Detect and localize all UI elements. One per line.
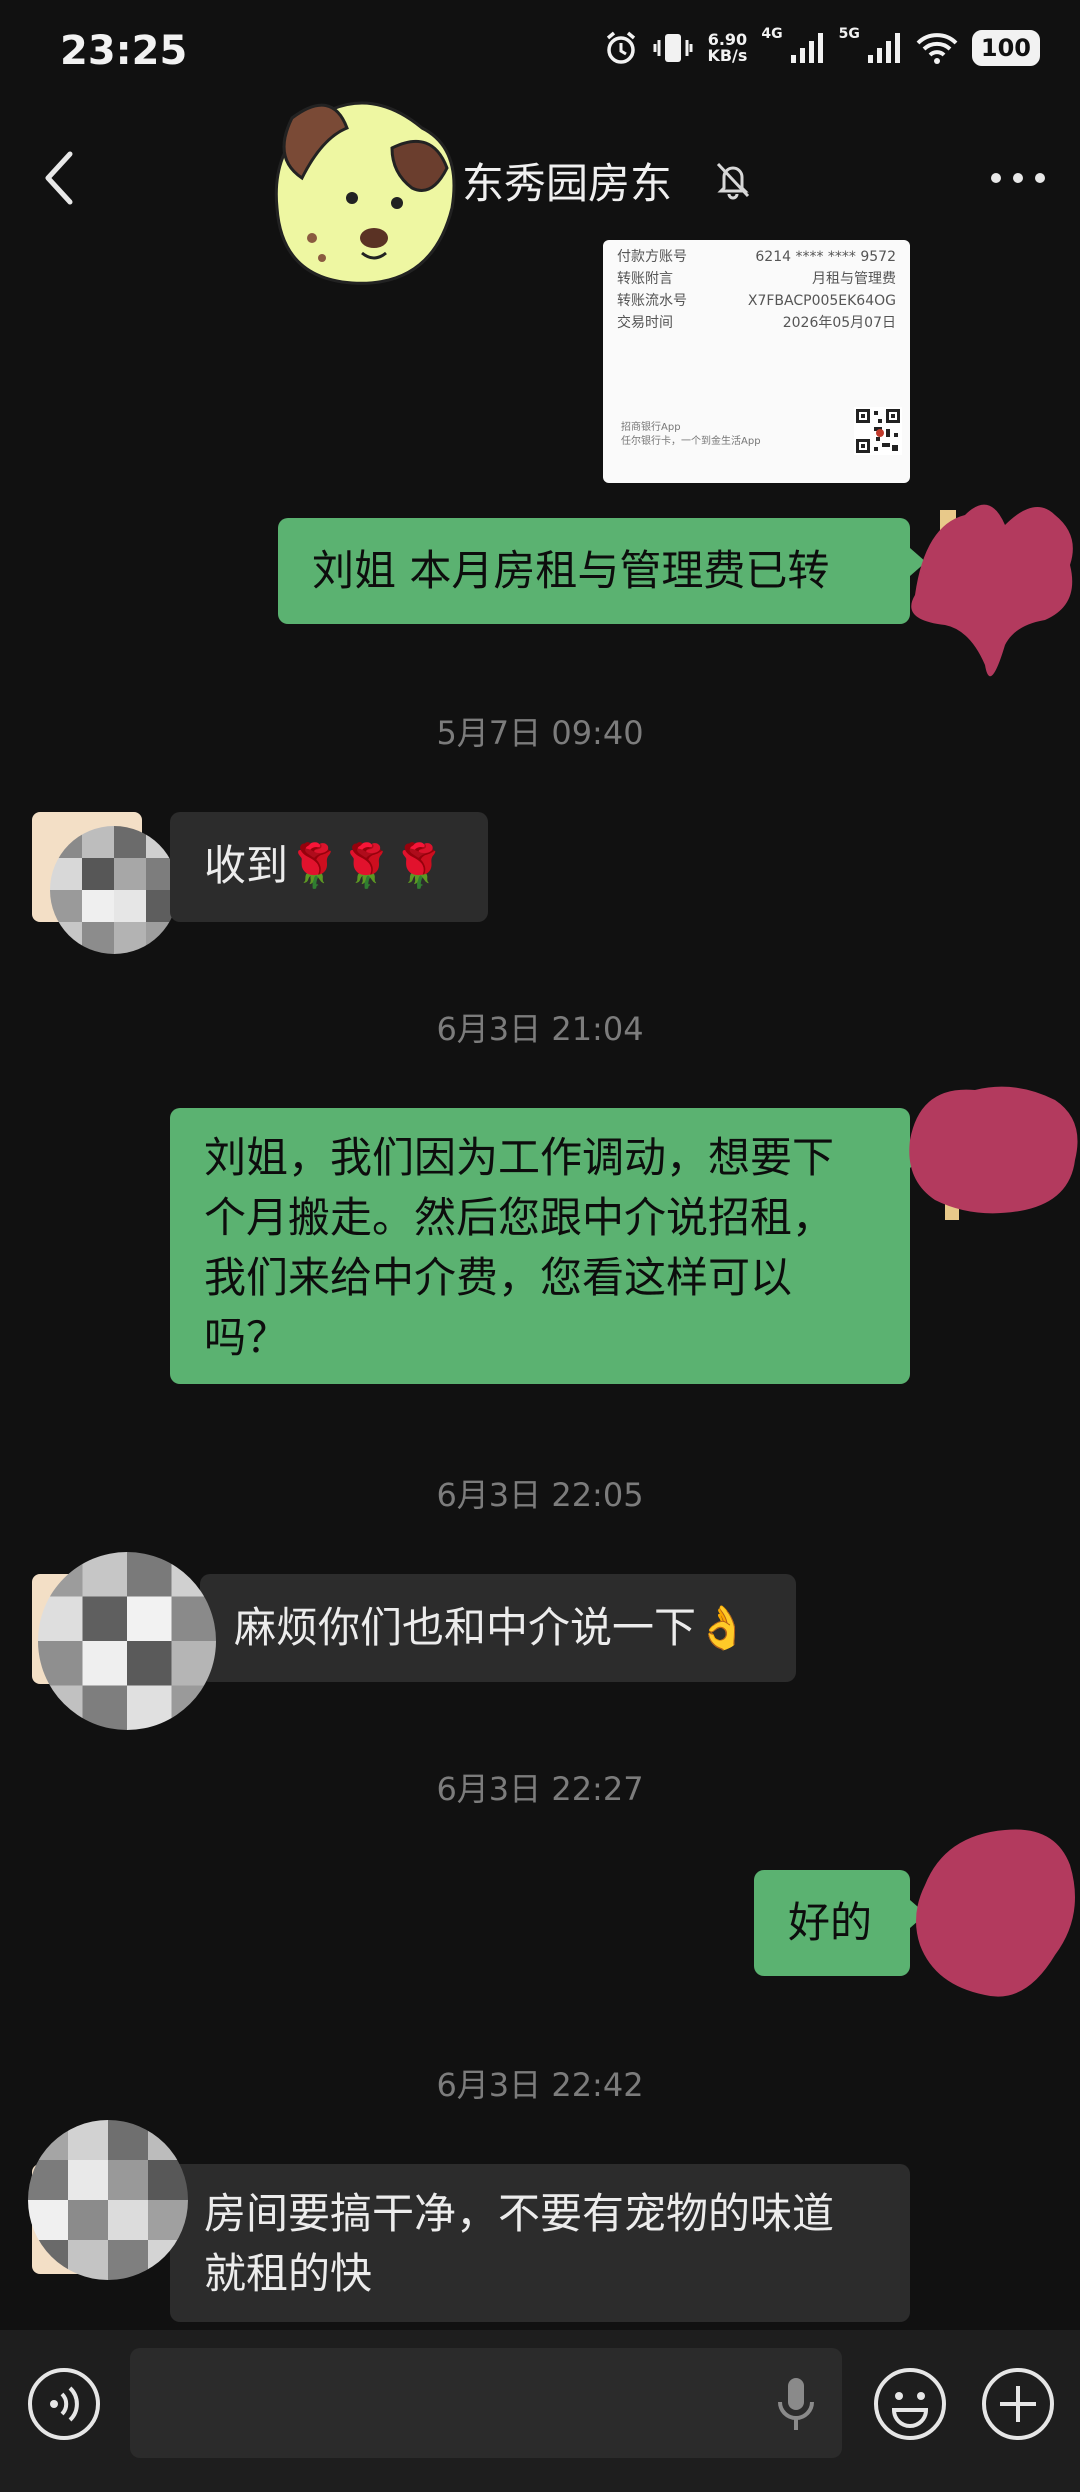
receipt-footer-line: 任尔银行卡，一个到金生活App	[621, 436, 761, 447]
emoji-icon[interactable]	[872, 2366, 948, 2442]
mic-icon[interactable]	[776, 2376, 816, 2432]
status-time: 23:25	[60, 28, 188, 74]
dog-sticker-avatar	[274, 101, 456, 285]
message-text: 好的	[788, 1898, 873, 1947]
message-text-line: 我们来给中介费，您看这样可以	[204, 1253, 793, 1302]
message-text-line: 房间要搞干净，不要有宠物的味道	[204, 2189, 835, 2238]
battery-indicator: 100	[971, 30, 1040, 66]
receipt-row: 转账流水号 X7FBACP005EK64OG	[617, 290, 896, 312]
receipt-label: 转账流水号	[617, 293, 687, 309]
receipt-value: X7FBACP005EK64OG	[747, 293, 896, 309]
receipt-footer-line: 招商银行App	[621, 422, 681, 433]
timestamp: 5月7日 09:40	[436, 714, 644, 752]
timestamp: 6月3日 22:27	[436, 1770, 644, 1808]
redaction-scribble	[911, 504, 1073, 677]
message-text: 刘姐 本月房租与管理费已转	[312, 546, 830, 595]
chat-input-bar	[0, 2330, 1080, 2492]
vibrate-icon	[653, 30, 693, 66]
add-icon[interactable]	[980, 2366, 1056, 2442]
signal-bars-icon	[790, 33, 825, 63]
message-bubble-received[interactable]: 收到🌹🌹🌹	[170, 812, 488, 922]
message-text: 麻烦你们也和中介说一下👌	[234, 1603, 749, 1652]
redaction-scribble	[909, 1086, 1078, 1220]
message-text-line: 就租的快	[204, 2249, 373, 2298]
message-text-line: 吗？	[204, 1313, 289, 1362]
redaction-scribble	[916, 1829, 1075, 1997]
transfer-receipt-image[interactable]: 付款方账号 6214 **** **** 9572 转账附言 月租与管理费 转账流水…	[603, 240, 910, 483]
receipt-row: 付款方账号 6214 **** **** 9572	[617, 246, 896, 268]
signal-label-4g: 4G	[761, 26, 783, 42]
pixelated-avatar[interactable]	[28, 2120, 188, 2280]
message-text-line: 刘姐，我们因为工作调动，想要下	[204, 1133, 835, 1182]
signal-bars-icon	[867, 33, 902, 63]
pixelated-avatar[interactable]	[50, 826, 178, 954]
message-bubble-sent[interactable]: 刘姐 本月房租与管理费已转	[278, 518, 910, 624]
message-bubble-sent[interactable]: 好的	[754, 1870, 910, 1976]
timestamp: 6月3日 21:04	[436, 1010, 644, 1048]
receipt-label: 转账附言	[617, 271, 673, 287]
pixelated-avatar[interactable]	[38, 1552, 216, 1730]
receipt-value: 月租与管理费	[812, 271, 896, 287]
status-icons: 6.90 KB/s 4G 5G 100	[603, 26, 1040, 66]
receipt-label: 付款方账号	[617, 249, 687, 265]
chat-header: 东秀园房东	[0, 110, 1080, 240]
mute-bell-icon	[716, 162, 750, 200]
receipt-row: 交易时间 2026年05月07日	[617, 312, 896, 334]
receipt-label: 交易时间	[617, 315, 673, 331]
status-bar: 23:25 6.90 KB/s 4G 5G 100	[0, 0, 1080, 110]
message-bubble-sent[interactable]: 刘姐，我们因为工作调动，想要下 个月搬走。然后您跟中介说招租， 我们来给中介费，…	[170, 1108, 910, 1384]
message-input[interactable]	[130, 2348, 842, 2458]
message-text: 收到🌹🌹🌹	[204, 841, 445, 890]
receipt-value: 2026年05月07日	[782, 315, 896, 331]
back-arrow-icon[interactable]	[36, 148, 86, 208]
signal-label-5g: 5G	[838, 26, 860, 42]
more-icon[interactable]	[988, 170, 1048, 186]
net-speed: 6.90 KB/s	[707, 32, 747, 64]
receipt-footer: 招商银行App 任尔银行卡，一个到金生活App	[621, 421, 761, 449]
message-bubble-received[interactable]: 麻烦你们也和中介说一下👌	[200, 1574, 796, 1682]
chat-title[interactable]: 东秀园房东	[462, 150, 672, 211]
alarm-icon	[603, 30, 639, 66]
qr-code-icon	[854, 407, 902, 455]
message-text-line: 个月搬走。然后您跟中介说招租，	[204, 1193, 835, 1242]
wifi-icon	[916, 32, 958, 64]
receipt-value: 6214 **** **** 9572	[755, 249, 896, 265]
timestamp: 6月3日 22:05	[436, 1476, 644, 1514]
timestamp: 6月3日 22:42	[436, 2066, 644, 2104]
message-bubble-received[interactable]: 房间要搞干净，不要有宠物的味道 就租的快	[170, 2164, 910, 2322]
voice-icon[interactable]	[26, 2366, 102, 2442]
net-speed-unit: KB/s	[707, 46, 748, 65]
receipt-row: 转账附言 月租与管理费	[617, 268, 896, 290]
